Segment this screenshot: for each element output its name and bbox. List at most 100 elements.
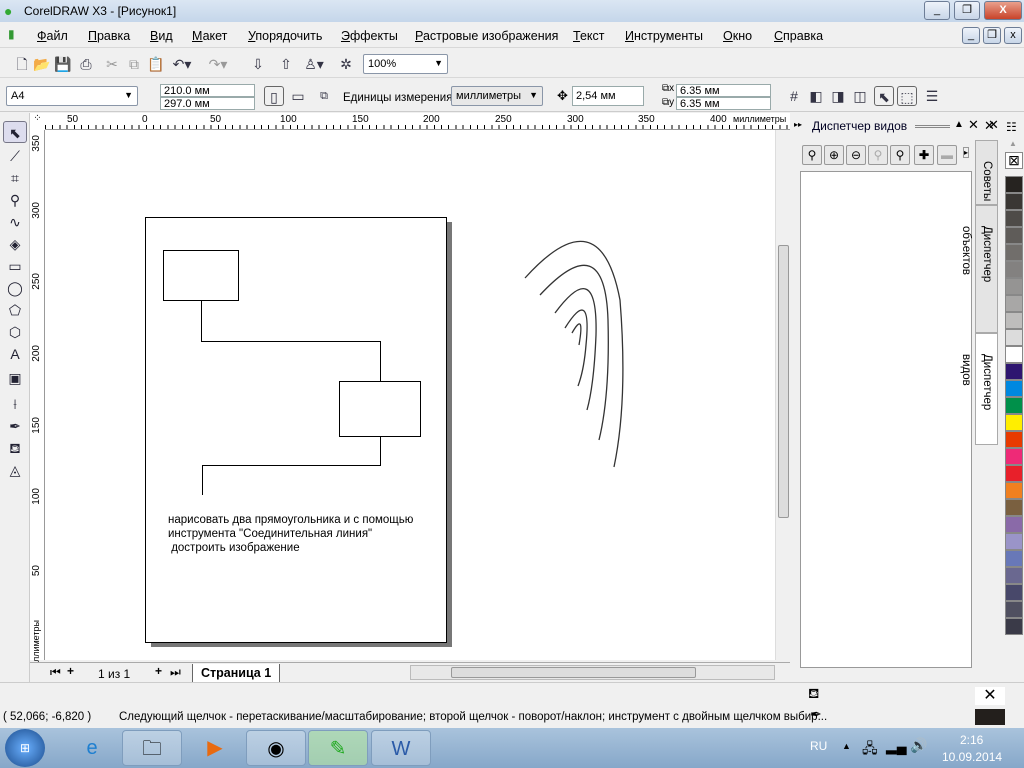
color-swatch[interactable]	[1005, 227, 1023, 244]
color-swatch[interactable]	[1005, 448, 1023, 465]
undo-icon[interactable]: ↶▾	[172, 54, 192, 74]
curve[interactable]	[539, 264, 609, 441]
color-swatch[interactable]	[1005, 499, 1023, 516]
expand-icon[interactable]: ▸▸	[794, 120, 802, 129]
menu-text[interactable]: Текст	[573, 29, 604, 43]
menu-bitmaps[interactable]: Растровые изображения	[415, 29, 558, 43]
curve[interactable]	[564, 309, 588, 387]
color-swatch[interactable]	[1005, 278, 1023, 295]
explorer-icon[interactable]: 🗀	[122, 730, 182, 766]
zoom-tool-icon[interactable]: ⚲	[3, 189, 27, 211]
clock-date[interactable]: 10.09.2014	[942, 750, 1002, 764]
menu-effects[interactable]: Эффекты	[341, 29, 398, 43]
paste-icon[interactable]: 📋	[146, 54, 166, 74]
curve[interactable]	[554, 288, 597, 411]
polygon-tool-icon[interactable]: ⬠	[3, 299, 27, 321]
docker-menu-icon[interactable]: ▸	[963, 147, 970, 158]
save-icon[interactable]: 💾	[53, 54, 73, 74]
drawing-canvas[interactable]: нарисовать два прямоугольника и с помощь…	[45, 130, 775, 660]
color-swatch[interactable]	[1005, 363, 1023, 380]
add-view-button[interactable]: ✚	[914, 145, 934, 165]
interactive-blend-icon[interactable]: ▣	[3, 367, 27, 389]
tab-view-manager[interactable]: Диспетчер видов	[960, 333, 998, 445]
view-list[interactable]	[800, 171, 972, 668]
color-swatch[interactable]	[1005, 550, 1023, 567]
zoom-level-select[interactable]: 100% ▼	[363, 54, 448, 74]
color-swatch[interactable]	[1005, 261, 1023, 278]
text-tool-icon[interactable]: A	[3, 343, 27, 365]
fill-tool-icon[interactable]: ⛾	[3, 437, 27, 459]
color-swatch[interactable]	[1005, 516, 1023, 533]
treat-as-filled-icon[interactable]: ⬉	[874, 86, 894, 106]
vertical-scrollbar[interactable]	[775, 130, 790, 660]
crop-tool-icon[interactable]: ⌗	[3, 167, 27, 189]
color-swatch[interactable]	[1005, 431, 1023, 448]
color-swatch[interactable]	[1005, 346, 1023, 363]
landscape-button[interactable]: ▭	[288, 86, 308, 106]
menu-file[interactable]: Файл	[37, 29, 68, 43]
welcome-icon[interactable]: ✲	[336, 54, 356, 74]
color-swatch[interactable]	[1005, 244, 1023, 261]
tab-object-manager[interactable]: Диспетчер объектов	[960, 205, 998, 333]
media-player-icon[interactable]: ▶	[185, 730, 245, 766]
collapse-icon[interactable]: ▲	[954, 119, 964, 130]
doc-minimize-button[interactable]: _	[962, 27, 980, 44]
maximize-button[interactable]: ❐	[954, 1, 980, 20]
doc-restore-button[interactable]: ❐	[983, 27, 1001, 44]
ellipse-tool-icon[interactable]: ◯	[3, 277, 27, 299]
color-swatch[interactable]	[1005, 618, 1023, 635]
color-swatch[interactable]	[1005, 601, 1023, 618]
options-icon[interactable]: ☰	[922, 86, 942, 106]
units-select[interactable]: миллиметры ▼	[451, 86, 543, 106]
portrait-button[interactable]: ▯	[264, 86, 284, 106]
pick-tool-icon[interactable]: ⬉	[3, 121, 27, 143]
select-icon[interactable]: ⬚	[897, 86, 917, 106]
network-icon[interactable]: 🖧	[862, 738, 878, 762]
minimize-button[interactable]: _	[924, 1, 950, 20]
freehand-tool-icon[interactable]: ∿	[3, 211, 27, 233]
language-indicator[interactable]: RU	[810, 739, 827, 753]
import-icon[interactable]: ⇩	[248, 54, 268, 74]
instruction-text[interactable]: нарисовать два прямоугольника и с помощь…	[168, 513, 413, 555]
zoom-all-button[interactable]: ⚲	[890, 145, 910, 165]
chrome-icon[interactable]: ◉	[246, 730, 306, 766]
first-page-icon[interactable]: ⏮	[50, 665, 61, 680]
rectangle-tool-icon[interactable]: ▭	[3, 255, 27, 277]
menu-arrange[interactable]: Упорядочить	[248, 29, 322, 43]
color-swatch[interactable]	[1005, 312, 1023, 329]
color-swatch[interactable]	[1005, 567, 1023, 584]
dynamic-guides-icon[interactable]: ◫	[850, 86, 870, 106]
print-icon[interactable]: ⎙	[76, 54, 96, 74]
snap-objects-icon[interactable]: ◨	[828, 86, 848, 106]
close-icon[interactable]: ✕	[984, 118, 995, 134]
eyedropper-icon[interactable]: ⟊	[3, 393, 27, 415]
coreldraw-icon[interactable]: ✎	[308, 730, 368, 766]
color-swatch[interactable]	[1005, 533, 1023, 550]
tab-hints[interactable]: Советы	[975, 140, 998, 205]
menu-view[interactable]: Вид	[150, 29, 173, 43]
smart-fill-icon[interactable]: ◈	[3, 233, 27, 255]
doc-close-button[interactable]: x	[1004, 27, 1022, 44]
duplicate-y-field[interactable]: 6.35 мм	[676, 97, 771, 110]
cut-icon[interactable]: ✂	[102, 54, 122, 74]
signal-icon[interactable]: ▂▄	[886, 738, 907, 755]
color-swatch[interactable]	[1005, 482, 1023, 499]
outline-color-indicator[interactable]	[975, 709, 1005, 725]
color-swatch[interactable]	[1005, 584, 1023, 601]
launcher-icon[interactable]: ♙▾	[304, 54, 324, 74]
copy-icon[interactable]: ⧉	[124, 54, 144, 74]
page-width-field[interactable]: 210.0 мм	[160, 84, 255, 97]
page-layout-icon[interactable]: ⧉	[314, 86, 334, 106]
zoom-out-button[interactable]: ⊖	[846, 145, 866, 165]
fill-none-indicator[interactable]: ✕	[975, 687, 1005, 705]
scroll-thumb[interactable]	[451, 667, 696, 678]
ruler-origin-icon[interactable]: ⁘	[30, 113, 45, 130]
color-swatch[interactable]	[1005, 380, 1023, 397]
scroll-thumb[interactable]	[778, 245, 789, 518]
color-swatch[interactable]	[1005, 397, 1023, 414]
color-swatch[interactable]	[1005, 210, 1023, 227]
add-page-before-icon[interactable]: +	[67, 664, 74, 678]
color-swatch[interactable]	[1005, 193, 1023, 210]
no-fill-swatch[interactable]: ⊠	[1005, 152, 1023, 169]
snap-grid-icon[interactable]: #	[784, 86, 804, 106]
